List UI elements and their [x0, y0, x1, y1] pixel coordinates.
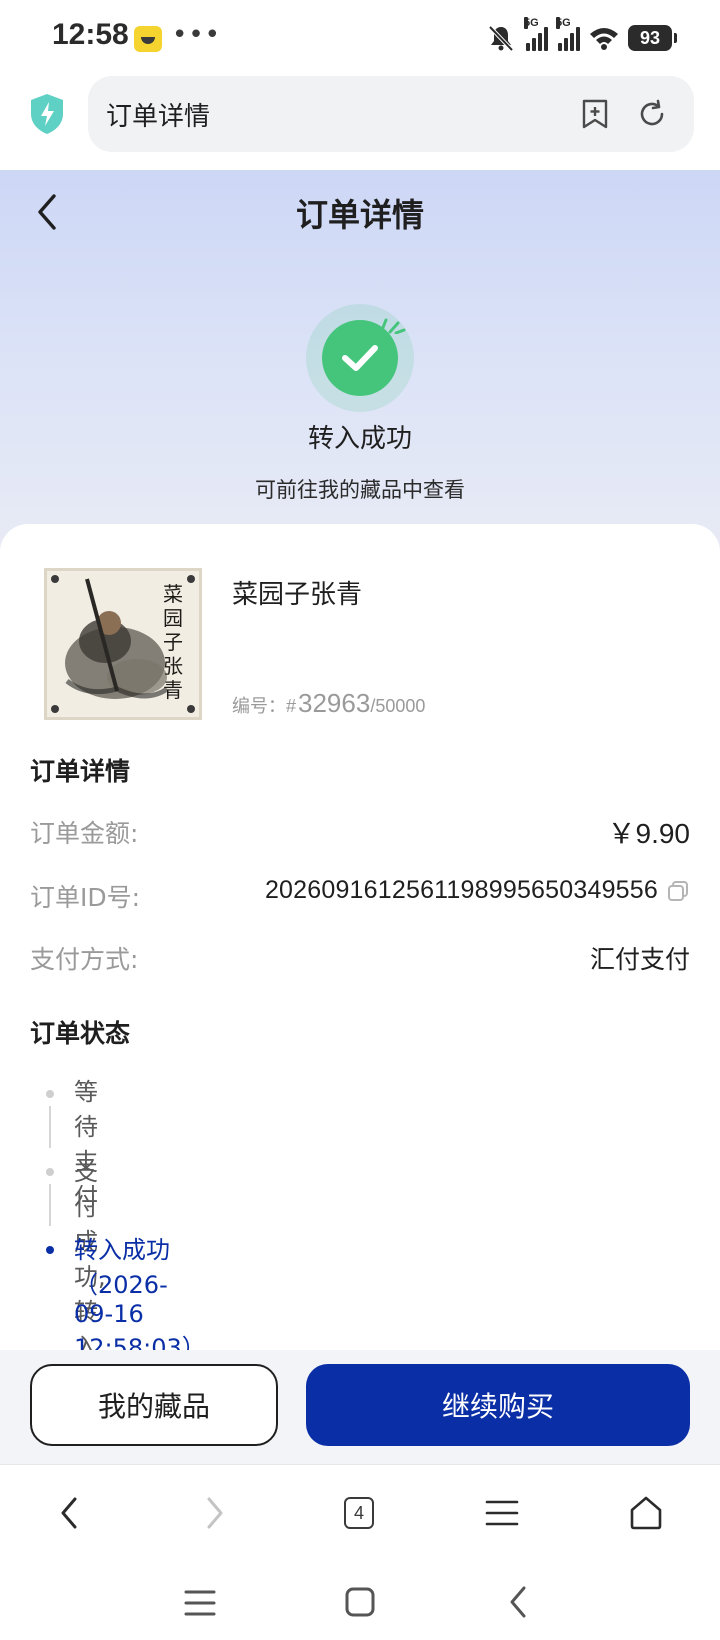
success-subtitle: 可前往我的藏品中查看 [255, 478, 465, 502]
menu-button[interactable] [478, 1489, 526, 1537]
browser-back-button[interactable] [46, 1489, 94, 1537]
home-button[interactable] [622, 1489, 670, 1537]
svg-text:子: 子 [163, 630, 183, 654]
svg-text:青: 青 [163, 678, 183, 702]
copy-icon[interactable] [666, 879, 690, 903]
order-id-row: 2026091612561198995650349556 [265, 876, 690, 905]
signal-1-icon: 5G [524, 17, 548, 51]
system-back-icon[interactable] [504, 1584, 532, 1620]
chevron-right-icon [207, 1497, 223, 1529]
bell-muted-icon [488, 25, 514, 52]
order-card: 菜 园 子 张 青 菜园子张青 编号： # 32963 /50000 订单详情 … [0, 524, 720, 1396]
status-indicators: 5G 5G 93 [486, 17, 677, 54]
network-type-1: 5G [524, 17, 539, 29]
tabs-button[interactable]: 4 [334, 1489, 382, 1537]
timeline-dot [46, 1168, 54, 1176]
payment-method-value: 汇付支付 [589, 945, 690, 974]
timeline-dot [46, 1090, 54, 1098]
order-details-title: 订单详情 [30, 757, 131, 786]
shield-icon[interactable] [28, 92, 66, 136]
status-bar: 12:58 ••• 5G 5G 93 [0, 0, 720, 76]
item-name: 菜园子张青 [232, 580, 363, 610]
serial-hash: # [286, 696, 297, 716]
timeline-connector [49, 1184, 51, 1226]
payment-method-label: 支付方式: [30, 945, 139, 974]
order-id-label: 订单ID号: [30, 883, 141, 912]
system-navigation-bar [0, 1564, 720, 1640]
more-notifications-icon: ••• [172, 20, 222, 50]
my-collection-button[interactable]: 我的藏品 [30, 1364, 278, 1446]
serial-number: 32963 [298, 688, 371, 718]
system-home-icon[interactable] [344, 1586, 376, 1618]
order-status-title: 订单状态 [30, 1019, 131, 1048]
serial-label: 编号： [232, 696, 286, 717]
app-notification-icon [134, 26, 162, 52]
artwork-image[interactable]: 菜 园 子 张 青 [44, 568, 202, 720]
url-field[interactable]: 订单详情 [88, 76, 694, 152]
wifi-icon [590, 28, 618, 50]
svg-text:张: 张 [163, 654, 183, 678]
reload-icon[interactable] [636, 98, 668, 130]
chevron-left-icon [61, 1497, 77, 1529]
add-bookmark-icon[interactable] [580, 98, 610, 130]
status-time: 12:58 [52, 18, 129, 51]
browser-address-bar: 订单详情 [0, 76, 720, 170]
home-icon [630, 1496, 662, 1530]
timeline-step-success: 转入成功 （2026-09-16 12:58:03） [74, 1236, 206, 1362]
menu-icon [485, 1500, 519, 1526]
item-serial: 编号： # 32963 /50000 [232, 688, 425, 719]
page-title: 订单详情 [295, 196, 424, 234]
amount-value: ￥9.90 [607, 818, 691, 849]
url-title: 订单详情 [106, 102, 211, 132]
svg-text:菜: 菜 [163, 582, 183, 606]
battery-indicator: 93 [628, 25, 677, 51]
recent-apps-icon[interactable] [184, 1588, 216, 1618]
amount-label: 订单金额: [30, 819, 139, 848]
timeline-connector [49, 1106, 51, 1148]
order-id-value: 2026091612561198995650349556 [264, 876, 658, 904]
signal-2-icon: 5G [556, 17, 580, 51]
browser-toolbar: 4 [0, 1464, 720, 1564]
action-bar: 我的藏品 继续购买 [0, 1350, 720, 1464]
timeline-dot-active [46, 1246, 54, 1254]
tabs-count-icon: 4 [344, 1497, 374, 1529]
serial-total: /50000 [370, 696, 426, 716]
sparkle-icon [380, 318, 406, 334]
browser-forward-button[interactable] [190, 1489, 238, 1537]
continue-buying-button[interactable]: 继续购买 [306, 1364, 690, 1446]
order-header: 订单详情 转入成功 可前往我的藏品中查看 [0, 170, 720, 550]
svg-text:园: 园 [163, 606, 183, 630]
network-type-2: 5G [556, 17, 571, 29]
success-title: 转入成功 [307, 424, 412, 454]
